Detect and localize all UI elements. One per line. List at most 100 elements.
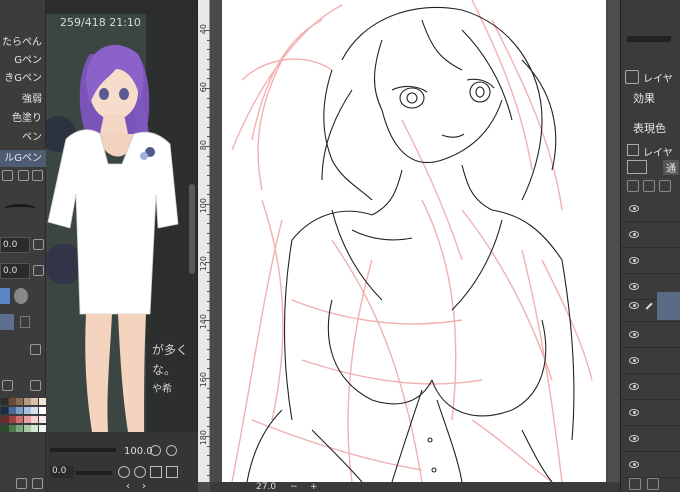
- palette-swatch[interactable]: [31, 398, 38, 405]
- eye-icon[interactable]: [629, 357, 639, 364]
- brush-shape-tip[interactable]: [0, 288, 10, 304]
- brush-item-pen[interactable]: ペン: [0, 129, 46, 146]
- brush-item-fill[interactable]: 色塗り: [0, 110, 46, 127]
- layer-row-selected[interactable]: [621, 290, 680, 322]
- zoom-slider[interactable]: [50, 448, 116, 452]
- rotate-left-icon[interactable]: [118, 466, 130, 478]
- palette-swatch[interactable]: [31, 407, 38, 414]
- flip-vertical-icon[interactable]: [166, 466, 178, 478]
- canvas-zoom-value[interactable]: 27.0: [256, 482, 276, 492]
- palette-swatch[interactable]: [1, 398, 8, 405]
- lock-icon[interactable]: [627, 180, 639, 192]
- blend-mode-dropdown[interactable]: [627, 160, 647, 174]
- layer-row[interactable]: [621, 322, 680, 348]
- palette-swatch[interactable]: [1, 416, 8, 423]
- new-folder-icon[interactable]: [647, 478, 659, 490]
- wrench-icon[interactable]: [30, 344, 41, 355]
- palette-swatch[interactable]: [38, 425, 46, 432]
- eye-icon[interactable]: [629, 461, 639, 468]
- opacity-dropdown-icon[interactable]: [33, 265, 44, 276]
- palette-swatch[interactable]: [8, 425, 16, 432]
- drawing-canvas[interactable]: [222, 0, 606, 482]
- rotation-slider[interactable]: [76, 471, 112, 475]
- sub-color-swatch[interactable]: [20, 316, 30, 328]
- palette-swatch[interactable]: [8, 407, 16, 414]
- layer-tab[interactable]: レイヤ: [643, 144, 673, 159]
- layer-property-icon[interactable]: [625, 70, 639, 84]
- color-add-icon[interactable]: [30, 380, 41, 391]
- zoom-value[interactable]: 100.0: [124, 446, 153, 457]
- layer-row[interactable]: [621, 426, 680, 452]
- flip-horizontal-icon[interactable]: [150, 466, 162, 478]
- brush-item-g-pen-2[interactable]: きGペン: [0, 70, 46, 87]
- scroll-thumb[interactable]: [189, 184, 195, 274]
- palette-swatch[interactable]: [38, 398, 46, 405]
- layer-row[interactable]: [621, 222, 680, 248]
- brush-item-g-pen[interactable]: Gペン: [0, 52, 46, 69]
- add-brush-icon[interactable]: [2, 170, 13, 181]
- brush-item-tarapen[interactable]: たらぺん: [0, 34, 46, 51]
- layer-property-tab[interactable]: レイヤ: [643, 70, 673, 85]
- palette-swatch[interactable]: [8, 416, 16, 423]
- color-set-icon[interactable]: [2, 380, 13, 391]
- palette-swatch[interactable]: [38, 416, 46, 423]
- palette-swatch[interactable]: [31, 425, 38, 432]
- brush-item-round-g-pen[interactable]: ルGペン: [0, 150, 46, 167]
- blend-mode-value[interactable]: 通: [663, 160, 679, 175]
- eyedropper-icon[interactable]: [16, 478, 27, 489]
- new-layer-icon[interactable]: [629, 478, 641, 490]
- palette-swatch[interactable]: [8, 398, 16, 405]
- layer-row[interactable]: [621, 452, 680, 478]
- eye-icon[interactable]: [629, 331, 639, 338]
- clip-icon[interactable]: [643, 180, 655, 192]
- reference-layer-icon[interactable]: [659, 180, 671, 192]
- layer-icon[interactable]: [627, 144, 639, 156]
- prev-image-icon[interactable]: ‹: [126, 481, 130, 492]
- palette-swatch[interactable]: [31, 416, 38, 423]
- zoom-in-icon[interactable]: [166, 445, 177, 456]
- brush-item-pressure[interactable]: 強弱: [0, 91, 46, 108]
- opacity-field[interactable]: 0.0: [0, 263, 30, 279]
- delete-brush-icon[interactable]: [32, 170, 43, 181]
- eye-icon[interactable]: [629, 283, 639, 290]
- palette-swatch[interactable]: [1, 425, 8, 432]
- eye-icon[interactable]: [629, 383, 639, 390]
- brush-shape-round[interactable]: [14, 288, 28, 304]
- palette-swatch[interactable]: [16, 425, 23, 432]
- palette-swatch[interactable]: [38, 407, 46, 414]
- eye-icon[interactable]: [629, 409, 639, 416]
- brush-size-field[interactable]: 0.0: [0, 237, 30, 253]
- layer-row[interactable]: [621, 348, 680, 374]
- palette-swatch[interactable]: [23, 416, 31, 423]
- size-dropdown-icon[interactable]: [33, 239, 44, 250]
- eye-icon[interactable]: [629, 231, 639, 238]
- layer-row[interactable]: [621, 196, 680, 222]
- rotate-right-icon[interactable]: [134, 466, 146, 478]
- palette-swatch[interactable]: [16, 398, 23, 405]
- palette-swatch[interactable]: [23, 398, 31, 405]
- navigator-slider[interactable]: [627, 36, 671, 42]
- trash-icon[interactable]: [32, 478, 43, 489]
- copy-brush-icon[interactable]: [18, 170, 29, 181]
- palette-swatch[interactable]: [16, 416, 23, 423]
- zoom-out-icon[interactable]: [150, 445, 161, 456]
- zoom-in-button[interactable]: +: [310, 482, 318, 492]
- layer-row[interactable]: [621, 248, 680, 274]
- main-color-swatch[interactable]: [0, 314, 14, 330]
- layer-row[interactable]: [621, 400, 680, 426]
- eye-icon[interactable]: [629, 435, 639, 442]
- eye-icon[interactable]: [629, 302, 639, 309]
- next-image-icon[interactable]: ›: [142, 481, 146, 492]
- canvas-scrollbar[interactable]: [608, 0, 618, 482]
- rotation-value[interactable]: 0.0: [50, 466, 74, 478]
- palette-swatch[interactable]: [1, 407, 8, 414]
- eye-icon[interactable]: [629, 205, 639, 212]
- palette-swatch[interactable]: [16, 407, 23, 414]
- palette-swatch[interactable]: [23, 425, 31, 432]
- palette-swatch[interactable]: [23, 407, 31, 414]
- reference-scrollbar[interactable]: [187, 14, 197, 432]
- zoom-out-button[interactable]: −: [290, 482, 298, 492]
- reference-image[interactable]: が多く な。 や希: [46, 14, 186, 432]
- eye-icon[interactable]: [629, 257, 639, 264]
- layer-row[interactable]: [621, 374, 680, 400]
